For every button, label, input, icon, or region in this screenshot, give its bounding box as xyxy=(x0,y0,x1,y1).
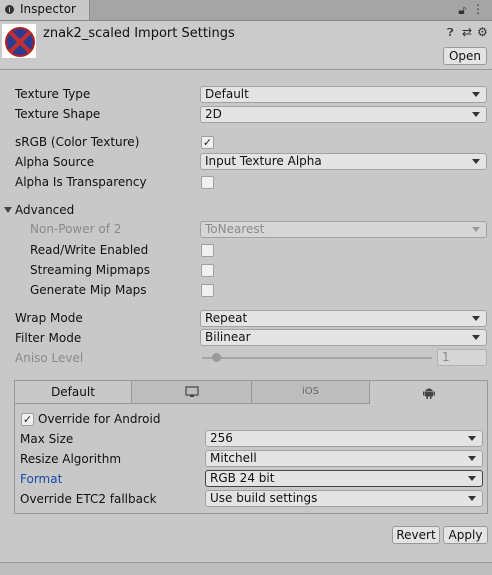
aniso-level-label: Aniso Level xyxy=(15,351,84,365)
preview-bar xyxy=(0,562,492,575)
revert-button[interactable]: Revert xyxy=(392,526,440,544)
alpha-is-transparency-label: Alpha Is Transparency xyxy=(15,175,147,189)
format-label: Format xyxy=(20,472,63,486)
platform-tab-standalone[interactable] xyxy=(132,381,252,404)
npot-dropdown: ToNearest xyxy=(200,221,487,238)
advanced-foldout-label[interactable]: Advanced xyxy=(15,203,74,217)
override-android-label: Override for Android xyxy=(38,412,161,426)
chevron-down-icon xyxy=(472,227,480,232)
alpha-source-dropdown[interactable]: Input Texture Alpha xyxy=(200,153,487,170)
override-android-checkbox[interactable]: ✓ xyxy=(21,413,34,426)
android-icon xyxy=(422,388,435,399)
asset-title: znak2_scaled Import Settings xyxy=(43,26,235,41)
generate-mip-maps-label: Generate Mip Maps xyxy=(30,283,147,297)
resize-algorithm-dropdown[interactable]: Mitchell xyxy=(205,450,483,467)
alpha-source-label: Alpha Source xyxy=(15,155,95,169)
wrap-mode-dropdown[interactable]: Repeat xyxy=(200,310,487,327)
chevron-down-icon xyxy=(472,316,480,321)
texture-shape-label: Texture Shape xyxy=(15,107,101,121)
chevron-down-icon xyxy=(468,436,476,441)
chevron-down-icon xyxy=(472,92,480,97)
read-write-label: Read/Write Enabled xyxy=(30,243,149,257)
filter-mode-dropdown[interactable]: Bilinear xyxy=(200,329,487,346)
chevron-down-icon xyxy=(468,496,476,501)
tab-menu-icon[interactable]: ⋮ xyxy=(472,2,484,16)
texture-thumbnail xyxy=(2,24,36,58)
texture-shape-dropdown[interactable]: 2D xyxy=(200,106,487,123)
filter-mode-label: Filter Mode xyxy=(15,331,82,345)
read-write-checkbox[interactable] xyxy=(201,244,214,257)
etc2-fallback-dropdown[interactable]: Use build settings xyxy=(205,490,483,507)
open-button[interactable]: Open xyxy=(443,47,487,65)
etc2-fallback-label: Override ETC2 fallback xyxy=(20,492,157,506)
inspector-tab[interactable]: Inspector xyxy=(0,0,90,20)
max-size-dropdown[interactable]: 256 xyxy=(205,430,483,447)
platform-tab-android[interactable] xyxy=(370,381,487,404)
aniso-slider-handle xyxy=(212,353,221,362)
alpha-is-transparency-checkbox[interactable] xyxy=(201,176,214,189)
preset-icon[interactable]: ⇄ xyxy=(462,25,472,39)
streaming-mipmaps-checkbox[interactable] xyxy=(201,264,214,277)
format-dropdown[interactable]: RGB 24 bit xyxy=(205,470,483,487)
platform-tab-ios[interactable]: iOS xyxy=(252,381,370,404)
monitor-icon xyxy=(184,386,199,397)
settings-icon[interactable]: ⚙ xyxy=(477,25,488,39)
chevron-down-icon xyxy=(468,476,476,481)
chevron-down-icon xyxy=(472,159,480,164)
advanced-foldout-icon[interactable] xyxy=(4,207,12,213)
chevron-down-icon xyxy=(472,112,480,117)
texture-type-label: Texture Type xyxy=(15,87,91,101)
chevron-down-icon xyxy=(468,456,476,461)
texture-type-dropdown[interactable]: Default xyxy=(200,86,487,103)
aniso-level-field: 1 xyxy=(437,349,487,366)
info-icon xyxy=(5,5,14,14)
streaming-mipmaps-label: Streaming Mipmaps xyxy=(30,263,151,277)
aniso-slider-track xyxy=(202,357,432,359)
npot-label: Non-Power of 2 xyxy=(30,222,122,236)
inspector-tab-label: Inspector xyxy=(20,2,76,16)
srgb-label: sRGB (Color Texture) xyxy=(15,135,140,149)
resize-algorithm-label: Resize Algorithm xyxy=(20,452,122,466)
generate-mip-maps-checkbox[interactable] xyxy=(201,284,214,297)
chevron-down-icon xyxy=(472,335,480,340)
wrap-mode-label: Wrap Mode xyxy=(15,311,83,325)
help-icon[interactable]: ❓︎ xyxy=(447,26,454,40)
lock-icon[interactable]: 🔓︎ xyxy=(458,3,466,18)
max-size-label: Max Size xyxy=(20,432,74,446)
srgb-checkbox[interactable]: ✓ xyxy=(201,136,214,149)
apply-button[interactable]: Apply xyxy=(443,526,488,544)
platform-tab-default[interactable]: Default xyxy=(15,381,132,404)
